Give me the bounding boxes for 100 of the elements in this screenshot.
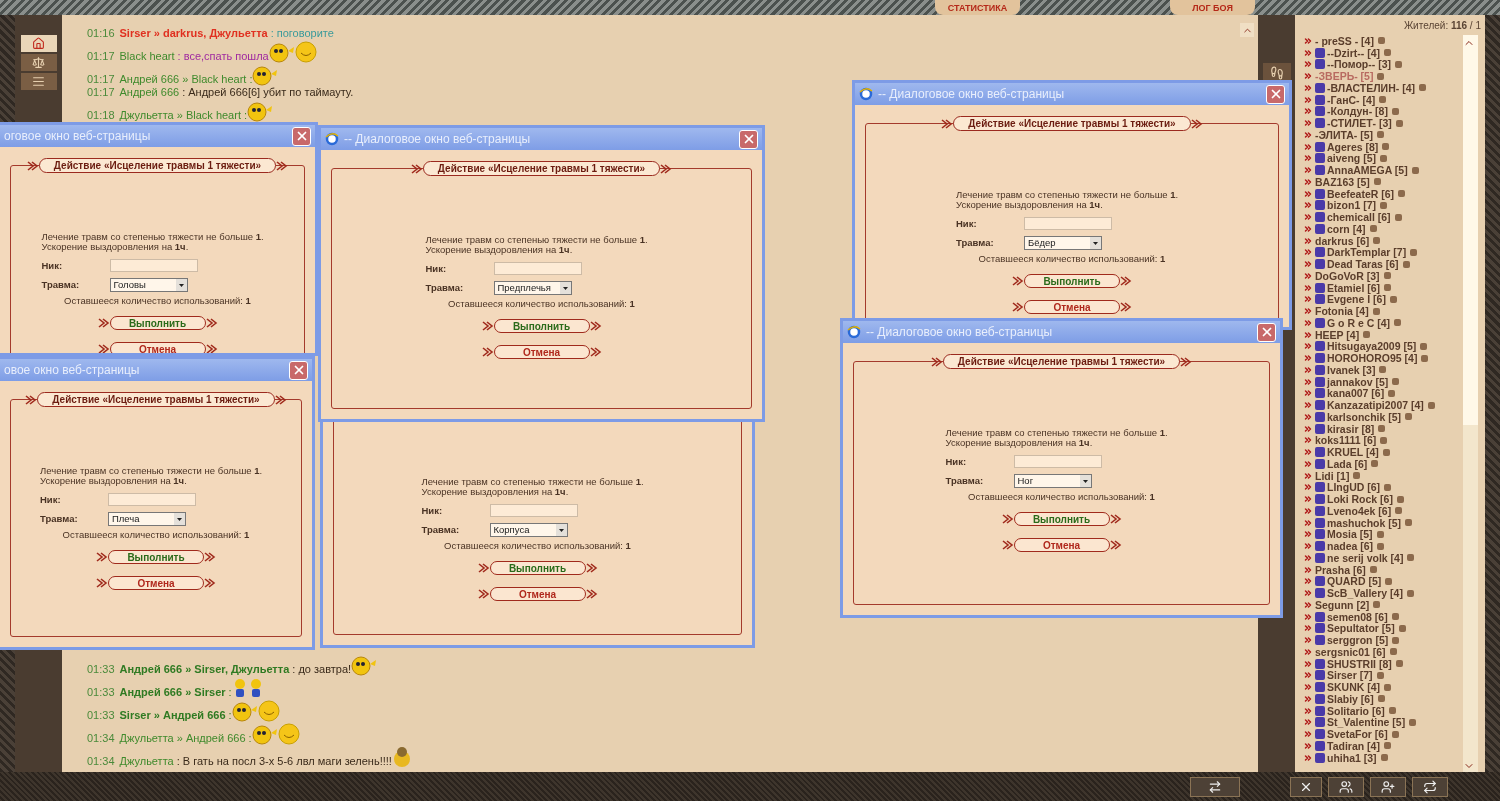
user-name[interactable]: corn [4] xyxy=(1327,222,1366,235)
user-name[interactable]: HOROHORO95 [4] xyxy=(1327,352,1418,365)
home-button[interactable] xyxy=(20,35,57,52)
user-name[interactable]: SKUNK [4] xyxy=(1327,681,1381,694)
user-name[interactable]: QUARD [5] xyxy=(1327,575,1382,588)
cancel-button[interactable]: Отмена xyxy=(489,587,586,601)
user-name[interactable]: uhiha1 [3] xyxy=(1327,751,1377,764)
user-name[interactable]: DoGoVoR [3] xyxy=(1315,269,1380,282)
cancel-button[interactable]: Отмена xyxy=(493,345,590,359)
nick-input[interactable] xyxy=(1024,217,1112,230)
user-name[interactable]: Fotonia [4] xyxy=(1315,305,1369,318)
user-name[interactable]: Lidi [1] xyxy=(1315,469,1350,482)
user-name[interactable]: aiveng [5] xyxy=(1327,152,1376,165)
user-name[interactable]: serggron [5] xyxy=(1327,634,1389,647)
swap-button[interactable] xyxy=(1190,776,1240,797)
user-name[interactable]: St_Valentine [5] xyxy=(1327,716,1406,729)
users-button[interactable] xyxy=(1328,776,1364,797)
user-name[interactable]: Etamiel [6] xyxy=(1327,281,1381,294)
cancel-button[interactable]: Отмена xyxy=(1013,538,1110,552)
execute-button[interactable]: Выполнить xyxy=(489,561,586,575)
user-name[interactable]: Lada [6] xyxy=(1327,457,1368,470)
user-name[interactable]: darkrus [6] xyxy=(1315,234,1370,247)
injury-select[interactable]: Предплечья xyxy=(493,280,572,295)
user-name[interactable]: Sirser [7] xyxy=(1327,669,1373,682)
user-name[interactable]: nadea [6] xyxy=(1327,540,1374,553)
injury-select[interactable]: Плеча xyxy=(108,511,186,526)
user-name[interactable]: Solitario [6] xyxy=(1327,704,1385,717)
user-name[interactable]: koks1111 [6] xyxy=(1315,434,1377,447)
user-name[interactable]: -Колдун- [8] xyxy=(1327,105,1388,118)
user-name[interactable]: LIngUD [6] xyxy=(1327,481,1381,494)
user-name[interactable]: -ЭЛИТА- [5] xyxy=(1315,128,1374,141)
user-name[interactable]: ne serij volk [4] xyxy=(1327,551,1404,564)
user-name[interactable]: Loki Rock [6] xyxy=(1327,493,1393,506)
user-name[interactable]: mashuchok [5] xyxy=(1327,516,1402,529)
user-name[interactable]: Lveno4ek [6] xyxy=(1327,504,1392,517)
user-name[interactable]: Evgene I [6] xyxy=(1327,293,1386,306)
execute-button[interactable]: Выполнить xyxy=(109,316,206,330)
user-name[interactable]: Mosia [5] xyxy=(1327,528,1373,541)
user-name[interactable]: jannakov [5] xyxy=(1327,375,1389,388)
execute-button[interactable]: Выполнить xyxy=(108,550,204,564)
injury-select[interactable]: Корпуса xyxy=(489,522,568,537)
nick-input[interactable] xyxy=(109,259,198,272)
user-name[interactable]: sergsnic01 [6] xyxy=(1315,645,1386,658)
user-name[interactable]: --Dzirt-- [4] xyxy=(1327,46,1381,59)
execute-button[interactable]: Выполнить xyxy=(1013,512,1110,526)
execute-button[interactable]: Выполнить xyxy=(493,319,590,333)
nick-input[interactable] xyxy=(489,504,578,517)
user-name[interactable]: HEEP [4] xyxy=(1315,328,1360,341)
user-name[interactable]: kana007 [6] xyxy=(1327,387,1385,400)
injury-select[interactable]: Головы xyxy=(109,277,188,292)
user-name[interactable]: kirasir [8] xyxy=(1327,422,1375,435)
user-name[interactable]: SvetaFor [6] xyxy=(1327,728,1388,741)
message-sender[interactable]: Андрей 666 » Sirser, Джульетта xyxy=(119,663,290,676)
user-name[interactable]: -СТИЛЕТ- [3] xyxy=(1327,117,1392,130)
scales-button[interactable] xyxy=(20,54,57,71)
user-name[interactable]: Hitsugaya2009 [5] xyxy=(1327,340,1417,353)
injury-select[interactable]: Бёдер xyxy=(1024,235,1102,250)
scroll-up-button[interactable] xyxy=(1240,23,1254,37)
message-sender[interactable]: Sirser » Андрей 666 xyxy=(119,709,226,722)
cancel-button[interactable]: Отмена xyxy=(1024,300,1120,314)
user-name[interactable]: Dead Taras [6] xyxy=(1327,258,1399,271)
nick-input[interactable] xyxy=(493,262,582,275)
close-button[interactable] xyxy=(1290,776,1322,797)
scrollbar-track[interactable] xyxy=(1463,35,1478,772)
cancel-button[interactable]: Отмена xyxy=(108,576,204,590)
user-name[interactable]: Kanzazatipi2007 [4] xyxy=(1327,399,1424,412)
user-name[interactable]: KRUEL [4] xyxy=(1327,446,1379,459)
user-name[interactable]: BAZ163 [5] xyxy=(1315,175,1370,188)
user-name[interactable]: Ageres [8] xyxy=(1327,140,1379,153)
refresh-button[interactable] xyxy=(1412,776,1448,797)
user-name[interactable]: G o R e C [4] xyxy=(1327,316,1390,329)
injury-select[interactable]: Ног xyxy=(1013,473,1092,488)
user-name[interactable]: DarkTemplar [7] xyxy=(1327,246,1407,259)
user-name[interactable]: SHUSTRII [8] xyxy=(1327,657,1392,670)
top-tab[interactable]: СТАТИСТИКА xyxy=(935,0,1020,15)
nick-input[interactable] xyxy=(1013,455,1102,468)
user-name[interactable]: Segunn [2] xyxy=(1315,598,1370,611)
user-name[interactable]: -ВЛАСТЕЛИН- [4] xyxy=(1327,81,1415,94)
user-name[interactable]: chemicall [6] xyxy=(1327,211,1391,224)
scrollbar-thumb[interactable] xyxy=(1463,35,1478,425)
user-name[interactable]: BeefeateR [6] xyxy=(1327,187,1395,200)
user-name[interactable]: - preSS - [4] xyxy=(1315,34,1374,47)
user-name[interactable]: Tadiran [4] xyxy=(1327,739,1380,752)
add-user-button[interactable] xyxy=(1370,776,1406,797)
user-name[interactable]: --Помор-- [3] xyxy=(1327,58,1391,71)
user-name[interactable]: ScB_Vallery [4] xyxy=(1327,587,1403,600)
top-tab[interactable]: ЛОГ БОЯ xyxy=(1170,0,1255,15)
user-name[interactable]: Slabiy [6] xyxy=(1327,692,1374,705)
message-sender[interactable]: Андрей 666 » Sirser xyxy=(119,686,226,699)
user-name[interactable]: AnnaAMEGA [5] xyxy=(1327,164,1408,177)
user-name[interactable]: semen08 [6] xyxy=(1327,610,1388,623)
user-name[interactable]: Prasha [6] xyxy=(1315,563,1366,576)
user-name[interactable]: -ГанС- [4] xyxy=(1327,93,1376,106)
menu-button[interactable] xyxy=(20,73,57,90)
footprints-button[interactable] xyxy=(1262,63,1291,83)
nick-input[interactable] xyxy=(108,493,196,506)
user-name[interactable]: bizon1 [7] xyxy=(1327,199,1376,212)
execute-button[interactable]: Выполнить xyxy=(1024,274,1120,288)
user-name[interactable]: Ivanek [3] xyxy=(1327,363,1376,376)
user-name[interactable]: Sepultator [5] xyxy=(1327,622,1395,635)
